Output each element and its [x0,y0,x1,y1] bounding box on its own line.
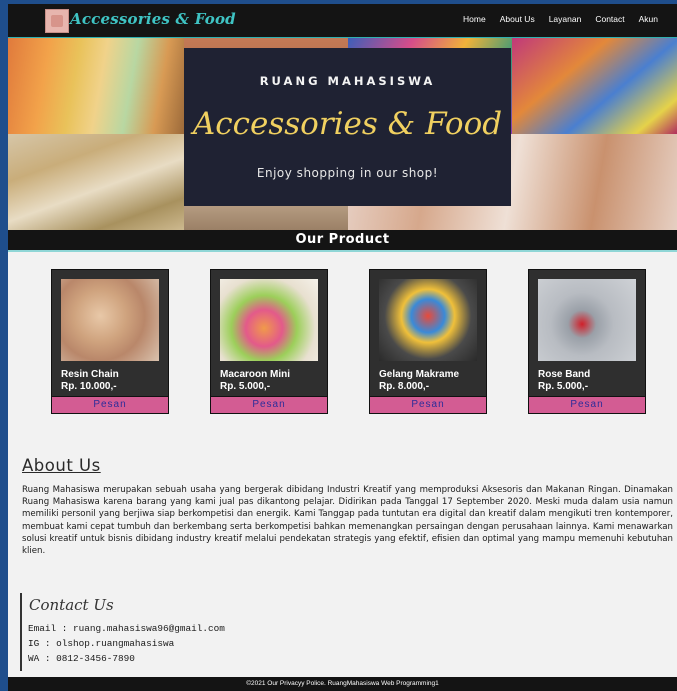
product-name: Resin Chain [61,369,119,380]
footer: ©2021 Our Privacyy Police. RuangMahasisw… [8,677,677,691]
about-heading: About Us [22,456,101,475]
order-button[interactable]: Pesan [529,396,645,413]
product-image [538,279,636,361]
hero-banner: RUANG MAHASISWA Accessories & Food Enjoy… [8,38,677,230]
nav-layanan[interactable]: Layanan [542,12,589,26]
nav-home[interactable]: Home [456,12,493,26]
navbar: Accessories & Food Home About Us Layanan… [8,4,677,38]
product-image [220,279,318,361]
order-button[interactable]: Pesan [52,396,168,413]
product-image [379,279,477,361]
hero-photo-colorful-bands [512,38,677,134]
product-card: Resin Chain Rp. 10.000,- Pesan [51,269,169,414]
product-image [61,279,159,361]
product-card: Gelang Makrame Rp. 8.000,- Pesan [369,269,487,414]
contact-section: Contact Us Email : ruang.mahasiswa96@gma… [20,593,322,671]
product-cards: Resin Chain Rp. 10.000,- Pesan Macaroon … [8,269,677,414]
hero-subtitle: Enjoy shopping in our shop! [256,166,439,180]
product-price: Rp. 10.000,- [61,381,117,392]
nav-contact[interactable]: Contact [588,12,631,26]
contact-whatsapp: WA : 0812-3456-7890 [28,653,135,664]
logo-icon[interactable] [45,9,69,33]
order-button[interactable]: Pesan [211,396,327,413]
nav-about-us[interactable]: About Us [493,12,542,26]
brand-title[interactable]: Accessories & Food [70,10,236,28]
order-button[interactable]: Pesan [370,396,486,413]
product-price: Rp. 5.000,- [220,381,271,392]
hero-photo-macarons [8,38,184,134]
product-price: Rp. 8.000,- [379,381,430,392]
nav-akun[interactable]: Akun [632,12,665,26]
hero-title: Accessories & Food [192,106,503,142]
hero-tagline: RUANG MAHASISWA [259,74,436,88]
product-card: Rose Band Rp. 5.000,- Pesan [528,269,646,414]
product-card: Macaroon Mini Rp. 5.000,- Pesan [210,269,328,414]
contact-instagram: IG : olshop.ruangmahasiswa [28,638,175,649]
product-name: Macaroon Mini [220,369,291,380]
product-name: Gelang Makrame [379,369,460,380]
page-frame: Accessories & Food Home About Us Layanan… [8,4,677,691]
product-name: Rose Band [538,369,591,380]
product-price: Rp. 5.000,- [538,381,589,392]
contact-email: Email : ruang.mahasiswa96@gmail.com [28,623,225,634]
nav-links: Home About Us Layanan Contact Akun [456,12,665,26]
about-paragraph: Ruang Mahasiswa merupakan sebuah usaha y… [22,485,673,557]
product-section-bar: Our Product [8,230,677,252]
contact-heading: Contact Us [29,596,114,614]
hero-overlay: RUANG MAHASISWA Accessories & Food Enjoy… [184,48,511,206]
hero-photo-snacks [8,134,184,230]
product-heading: Our Product [295,232,390,247]
